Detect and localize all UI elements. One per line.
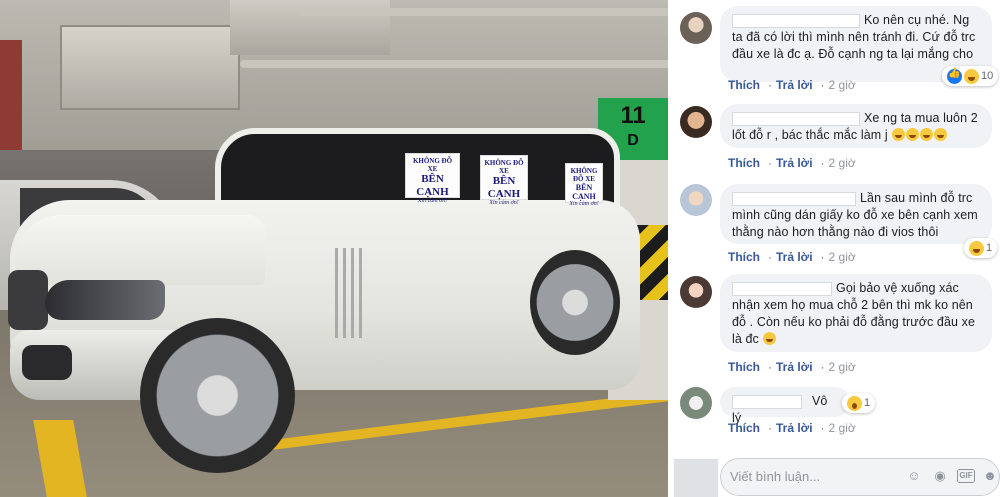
commenter-name[interactable] xyxy=(732,13,860,28)
like-link[interactable]: Thích xyxy=(728,156,760,170)
rofl-emoji-icon xyxy=(934,128,948,141)
notice-line: Xin cảm ơn! xyxy=(569,201,599,208)
separator: · xyxy=(768,78,772,92)
comment-actions: Thích · Trả lời · 2 giờ xyxy=(728,250,856,264)
camera-icon[interactable]: ◉ xyxy=(932,468,948,484)
comment-actions: Thích · Trả lời · 2 giờ xyxy=(728,360,856,374)
comment-bubble: Xe ng ta mua luôn 2 lốt đỗ r , bác thắc … xyxy=(720,104,992,148)
comment-text: Gọi bảo vệ xuống xác nhận xem họ mua chỗ… xyxy=(732,280,980,348)
reaction-count: 1 xyxy=(864,397,871,409)
car-hood xyxy=(15,215,265,285)
commenter-name[interactable] xyxy=(732,111,860,126)
reaction-summary[interactable]: 1 xyxy=(842,393,876,413)
comment-actions: Thích · Trả lời · 2 giờ xyxy=(728,156,856,170)
comment-time[interactable]: 2 giờ xyxy=(829,78,856,92)
notice-line: BÊN CẠNH xyxy=(487,175,521,200)
comment-time[interactable]: 2 giờ xyxy=(829,421,856,435)
commenter-name[interactable] xyxy=(732,191,856,206)
like-icon xyxy=(947,68,962,84)
avatar[interactable] xyxy=(680,387,712,419)
separator: · xyxy=(820,360,825,374)
no-parking-notice: KHÔNG ĐỖ XE BÊN CẠNH Xin cảm ơn! xyxy=(565,163,603,207)
comment-actions: Thích · Trả lời · 2 giờ xyxy=(728,421,856,435)
separator: · xyxy=(820,421,825,435)
comments-panel: Ko nên cụ nhé. Ng ta đã có lời thì mình … xyxy=(668,0,1000,497)
comment-bubble: Vô lý xyxy=(720,387,850,425)
comment-bubble: Gọi bảo vệ xuống xác nhận xem họ mua chỗ… xyxy=(720,274,992,352)
comment-time[interactable]: 2 giờ xyxy=(829,250,856,264)
reaction-summary[interactable]: 1 xyxy=(964,238,998,258)
notice-line: Xin cảm ơn! xyxy=(417,198,448,205)
commenter-name[interactable] xyxy=(732,281,832,296)
emoji-icon[interactable]: ☺ xyxy=(906,468,922,484)
haha-icon xyxy=(969,240,984,256)
no-parking-notice: KHÔNG ĐỖ XE BÊN CẠNH Xin cảm ơn! xyxy=(480,155,528,206)
notice-line: KHÔNG ĐỖ XE xyxy=(570,167,598,184)
avatar[interactable] xyxy=(680,12,712,44)
reply-link[interactable]: Trả lời xyxy=(776,250,813,264)
rofl-emoji-icon xyxy=(892,128,906,141)
car-headlight xyxy=(45,280,165,320)
separator: · xyxy=(768,421,772,435)
reply-link[interactable]: Trả lời xyxy=(776,421,813,435)
avatar[interactable] xyxy=(680,106,712,138)
reaction-count: 1 xyxy=(986,242,993,254)
car-grille xyxy=(8,270,48,330)
separator: · xyxy=(768,360,772,374)
wow-icon xyxy=(847,395,862,411)
separator: · xyxy=(820,78,825,92)
user-avatar xyxy=(674,459,718,497)
comment-time[interactable]: 2 giờ xyxy=(829,360,856,374)
gif-icon[interactable]: GIF xyxy=(957,469,975,483)
reaction-count: 10 xyxy=(981,70,994,82)
front-wheel xyxy=(140,318,295,473)
comment-bubble: Lần sau mình đỗ trc mình cũng dán giấy k… xyxy=(720,184,992,244)
notice-line: KHÔNG ĐỖ XE xyxy=(484,159,524,176)
car-fog-light xyxy=(22,345,72,380)
separator: · xyxy=(768,250,772,264)
notice-line: BÊN CẠNH xyxy=(572,183,596,202)
separator: · xyxy=(820,156,825,170)
like-link[interactable]: Thích xyxy=(728,78,760,92)
post-photo[interactable]: 11 D B2 KHÔNG ĐỖ XE BÊN CẠNH Xin cảm ơn!… xyxy=(0,0,668,497)
comment-text: Ko nên cụ nhé. Ng ta đã có lời thì mình … xyxy=(732,12,980,63)
white-suv: KHÔNG ĐỖ XE BÊN CẠNH Xin cảm ơn! KHÔNG Đ… xyxy=(0,0,668,497)
reaction-summary[interactable]: 10 xyxy=(942,66,999,86)
like-link[interactable]: Thích xyxy=(728,421,760,435)
sticker-icon[interactable]: ☻ xyxy=(982,468,998,484)
notice-line: BÊN CẠNH xyxy=(416,173,449,198)
commenter-name[interactable] xyxy=(732,394,802,409)
comment-text: Lần sau mình đỗ trc mình cũng dán giấy k… xyxy=(732,190,980,241)
comment-placeholder: Viết bình luận... xyxy=(730,469,821,484)
separator: · xyxy=(820,250,825,264)
comment-actions: Thích · Trả lời · 2 giờ xyxy=(728,78,856,92)
comment-time[interactable]: 2 giờ xyxy=(829,156,856,170)
comment-composer: Viết bình luận... ☺ ◉ GIF ☻ xyxy=(668,455,1000,497)
notice-line: Xin cảm ơn! xyxy=(489,200,519,207)
rofl-emoji-icon xyxy=(763,332,777,345)
car-side-vents xyxy=(335,248,365,338)
avatar[interactable] xyxy=(680,184,712,216)
reply-link[interactable]: Trả lời xyxy=(776,360,813,374)
comment-text: Xe ng ta mua luôn 2 lốt đỗ r , bác thắc … xyxy=(732,110,980,144)
rear-wheel xyxy=(530,250,620,355)
like-link[interactable]: Thích xyxy=(728,250,760,264)
haha-icon xyxy=(964,68,979,84)
avatar[interactable] xyxy=(680,276,712,308)
reply-link[interactable]: Trả lời xyxy=(776,156,813,170)
reply-link[interactable]: Trả lời xyxy=(776,78,813,92)
separator: · xyxy=(768,156,772,170)
rofl-emoji-icon xyxy=(920,128,934,141)
notice-line: KHÔNG ĐỖ XE xyxy=(412,157,453,174)
no-parking-notice: KHÔNG ĐỖ XE BÊN CẠNH Xin cảm ơn! xyxy=(405,153,460,204)
rofl-emoji-icon xyxy=(906,128,920,141)
like-link[interactable]: Thích xyxy=(728,360,760,374)
